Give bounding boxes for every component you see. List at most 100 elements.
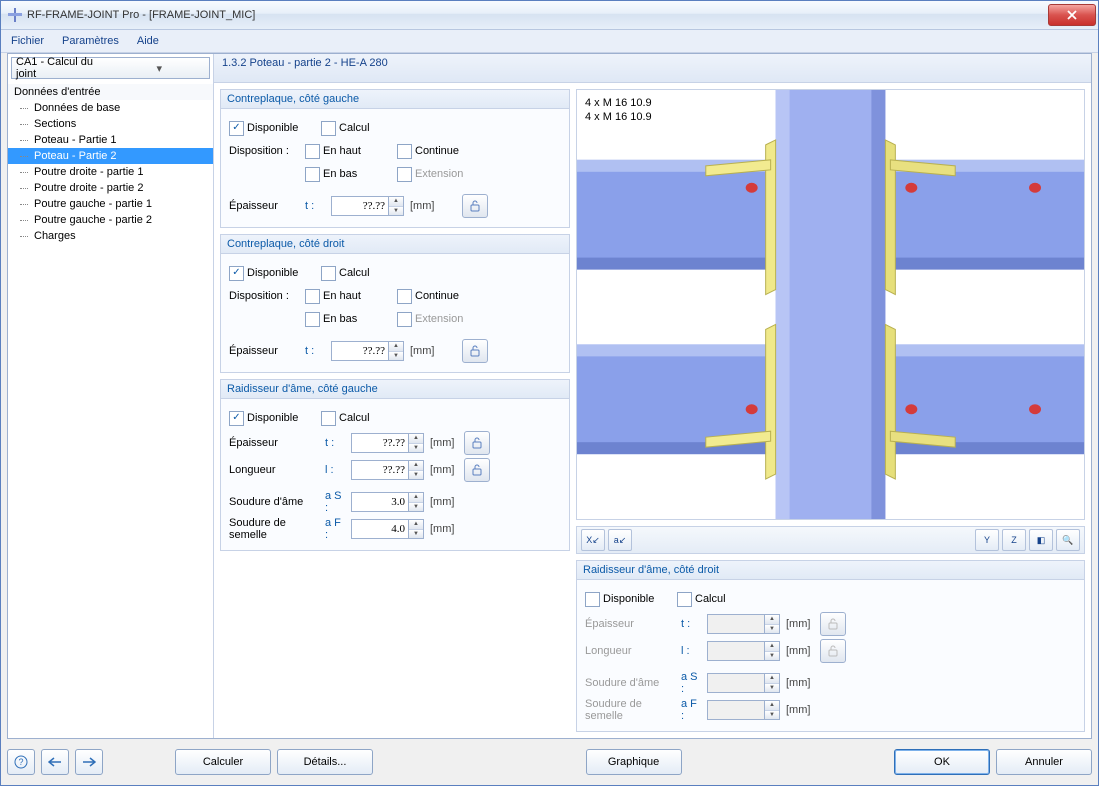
tree-node[interactable]: Poteau - Partie 2 bbox=[8, 148, 213, 164]
view-xz-button[interactable]: Z bbox=[1002, 529, 1026, 551]
details-button[interactable]: Détails... bbox=[277, 749, 373, 775]
chk-disponible[interactable]: Disponible bbox=[229, 121, 299, 136]
chk-extension: Extension bbox=[397, 167, 467, 182]
window-title: RF-FRAME-JOINT Pro - [FRAME-JOINT_MIC] bbox=[27, 9, 1046, 21]
tree-node[interactable]: Charges bbox=[8, 228, 213, 244]
right-column: 4 x M 16 10.9 4 x M 16 10.9 bbox=[576, 89, 1085, 732]
case-combo-value: CA1 - Calcul du joint bbox=[16, 56, 112, 80]
panel-header: Raidisseur d'âme, côté droit bbox=[577, 561, 1084, 580]
tree-node[interactable]: Poutre gauche - partie 1 bbox=[8, 196, 213, 212]
page-title: 1.3.2 Poteau - partie 2 - HE-A 280 bbox=[214, 54, 1091, 83]
tree-node[interactable]: Poutre gauche - partie 2 bbox=[8, 212, 213, 228]
chk-en-bas[interactable]: En bas bbox=[305, 312, 375, 327]
case-combo[interactable]: CA1 - Calcul du joint ▾ bbox=[11, 57, 210, 79]
input-t: ▲▼ bbox=[707, 614, 780, 634]
input-t[interactable]: ▲▼ bbox=[331, 341, 404, 361]
input-as[interactable]: ▲▼ bbox=[351, 492, 424, 512]
menu-help[interactable]: Aide bbox=[133, 33, 163, 49]
viewport-annotation: 4 x M 16 10.9 4 x M 16 10.9 bbox=[585, 96, 652, 124]
lock-icon bbox=[827, 618, 839, 630]
input-t[interactable]: ▲▼ bbox=[351, 433, 424, 453]
sidebar: CA1 - Calcul du joint ▾ Données d'entrée… bbox=[8, 54, 214, 738]
lock-button[interactable] bbox=[462, 194, 488, 218]
zoom-button[interactable]: 🔍 bbox=[1056, 529, 1080, 551]
left-column: Contreplaque, côté gauche Disponible Cal… bbox=[220, 89, 570, 732]
lock-icon bbox=[827, 645, 839, 657]
chk-calcul[interactable]: Calcul bbox=[321, 121, 391, 136]
cancel-button[interactable]: Annuler bbox=[996, 749, 1092, 775]
viewport-toolbar: X↙ a↙ Y Z ◧ 🔍 bbox=[576, 526, 1085, 554]
panel-ra-droit: Raidisseur d'âme, côté droit Disponible … bbox=[576, 560, 1085, 732]
arrow-right-icon bbox=[82, 757, 96, 767]
panel-cp-gauche: Contreplaque, côté gauche Disponible Cal… bbox=[220, 89, 570, 228]
lock-button bbox=[820, 612, 846, 636]
panel-header: Raidisseur d'âme, côté gauche bbox=[221, 380, 569, 399]
app-icon bbox=[7, 7, 23, 23]
lock-button[interactable] bbox=[462, 339, 488, 363]
input-l: ▲▼ bbox=[707, 641, 780, 661]
panel-header: Contreplaque, côté gauche bbox=[221, 90, 569, 109]
chk-calcul[interactable]: Calcul bbox=[677, 592, 747, 607]
main-body: Contreplaque, côté gauche Disponible Cal… bbox=[214, 83, 1091, 738]
axes-a-button[interactable]: a↙ bbox=[608, 529, 632, 551]
arrow-left-icon bbox=[48, 757, 62, 767]
tree-root[interactable]: Données d'entrée bbox=[8, 84, 213, 100]
lock-icon bbox=[469, 200, 481, 212]
lock-icon bbox=[469, 345, 481, 357]
menu-file[interactable]: Fichier bbox=[7, 33, 48, 49]
tree-node[interactable]: Poutre droite - partie 2 bbox=[8, 180, 213, 196]
nav-tree: Données d'entrée Données de baseSections… bbox=[8, 82, 213, 738]
prev-button[interactable] bbox=[41, 749, 69, 775]
lock-button bbox=[820, 639, 846, 663]
chk-extension: Extension bbox=[397, 312, 467, 327]
label-disposition: Disposition : bbox=[229, 145, 299, 157]
lock-button[interactable] bbox=[464, 431, 490, 455]
calculate-button[interactable]: Calculer bbox=[175, 749, 271, 775]
panel-header: Contreplaque, côté droit bbox=[221, 235, 569, 254]
lock-button[interactable] bbox=[464, 458, 490, 482]
help-button[interactable]: ? bbox=[7, 749, 35, 775]
chk-disponible[interactable]: Disponible bbox=[229, 266, 299, 281]
graphic-button[interactable]: Graphique bbox=[586, 749, 682, 775]
chk-en-bas[interactable]: En bas bbox=[305, 167, 375, 182]
menu-parameters[interactable]: Paramètres bbox=[58, 33, 123, 49]
label-epaisseur: Épaisseur bbox=[229, 200, 299, 212]
tree-node[interactable]: Sections bbox=[8, 116, 213, 132]
view-yz-button[interactable]: Y bbox=[975, 529, 999, 551]
svg-text:?: ? bbox=[18, 757, 23, 767]
tree-node[interactable]: Poutre droite - partie 1 bbox=[8, 164, 213, 180]
titlebar: RF-FRAME-JOINT Pro - [FRAME-JOINT_MIC] bbox=[1, 1, 1098, 30]
chk-disponible[interactable]: Disponible bbox=[585, 592, 655, 607]
3d-viewport[interactable]: 4 x M 16 10.9 4 x M 16 10.9 bbox=[576, 89, 1085, 520]
lock-icon bbox=[471, 437, 483, 449]
input-t[interactable]: ▲▼ bbox=[331, 196, 404, 216]
view-iso-button[interactable]: ◧ bbox=[1029, 529, 1053, 551]
chk-continue[interactable]: Continue bbox=[397, 289, 467, 304]
footer-bar: ? Calculer Détails... Graphique OK Annul… bbox=[7, 745, 1092, 779]
menubar: Fichier Paramètres Aide bbox=[1, 30, 1098, 53]
beam-joint-render bbox=[577, 90, 1084, 519]
app-window: RF-FRAME-JOINT Pro - [FRAME-JOINT_MIC] F… bbox=[0, 0, 1099, 786]
axes-x-button[interactable]: X↙ bbox=[581, 529, 605, 551]
input-af: ▲▼ bbox=[707, 700, 780, 720]
input-as: ▲▼ bbox=[707, 673, 780, 693]
help-icon: ? bbox=[14, 755, 28, 769]
panel-cp-droit: Contreplaque, côté droit Disponible Calc… bbox=[220, 234, 570, 373]
chk-continue[interactable]: Continue bbox=[397, 144, 467, 159]
chk-en-haut[interactable]: En haut bbox=[305, 144, 375, 159]
main-panel: 1.3.2 Poteau - partie 2 - HE-A 280 Contr… bbox=[214, 54, 1091, 738]
chk-disponible[interactable]: Disponible bbox=[229, 411, 299, 426]
chk-en-haut[interactable]: En haut bbox=[305, 289, 375, 304]
lock-icon bbox=[471, 464, 483, 476]
close-button[interactable] bbox=[1048, 4, 1096, 26]
close-icon bbox=[1067, 10, 1077, 20]
tree-node[interactable]: Poteau - Partie 1 bbox=[8, 132, 213, 148]
next-button[interactable] bbox=[75, 749, 103, 775]
input-l[interactable]: ▲▼ bbox=[351, 460, 424, 480]
input-af[interactable]: ▲▼ bbox=[351, 519, 424, 539]
ok-button[interactable]: OK bbox=[894, 749, 990, 775]
content-area: CA1 - Calcul du joint ▾ Données d'entrée… bbox=[7, 53, 1092, 739]
chk-calcul[interactable]: Calcul bbox=[321, 266, 391, 281]
chk-calcul[interactable]: Calcul bbox=[321, 411, 391, 426]
tree-node[interactable]: Données de base bbox=[8, 100, 213, 116]
